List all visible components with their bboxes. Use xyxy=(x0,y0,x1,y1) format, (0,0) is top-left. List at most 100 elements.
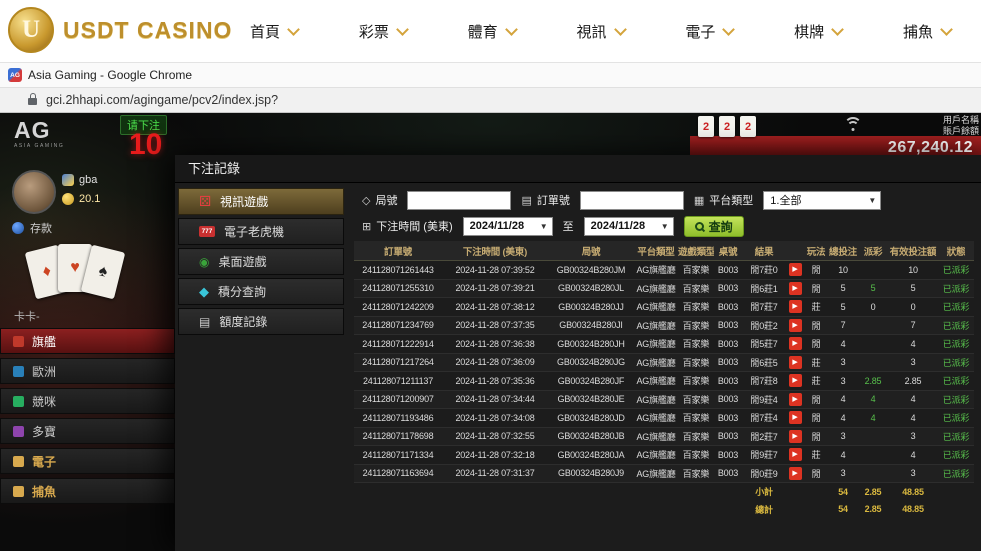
nav-item-label: 體育 xyxy=(468,21,498,42)
cell-table-no: B003 xyxy=(714,468,742,478)
nav-item[interactable]: 首頁 xyxy=(250,21,298,42)
platform-label-group: ▦ 平台類型 xyxy=(694,192,753,208)
sidebar-item-slots[interactable]: 777電子老虎機 xyxy=(178,218,344,245)
replay-button[interactable]: ▶ xyxy=(789,282,802,295)
cell-valid: 3 xyxy=(888,468,938,478)
nav-item-label: 棋牌 xyxy=(794,21,824,42)
cell-payout: 4 xyxy=(858,394,888,404)
modal-content: ◇ 局號 ▤ 訂單號 ▦ 平台類型 1.全部 ▼ xyxy=(347,183,981,551)
lobby-item-label: 電子 xyxy=(32,453,56,470)
roulette-icon: ◉ xyxy=(199,255,209,269)
replay-cell: ▶ xyxy=(786,282,804,295)
replay-cell: ▶ xyxy=(786,319,804,332)
lobby-menu-item[interactable]: 旗艦 xyxy=(0,328,175,354)
logo-text: USDT CASINO xyxy=(63,17,232,44)
replay-cell: ▶ xyxy=(786,411,804,424)
order-input[interactable] xyxy=(580,191,684,210)
header-cell: 有效投注額 xyxy=(888,244,938,258)
url-text[interactable]: gci.2hhapi.com/agingame/pcv2/index.jsp? xyxy=(46,93,278,107)
chrome-urlbar[interactable]: gci.2hhapi.com/agingame/pcv2/index.jsp? xyxy=(0,87,981,113)
table-row: 2411280712553102024-11-28 07:39:21GB0032… xyxy=(354,280,974,299)
cell-valid: 48.85 xyxy=(888,487,938,497)
replay-button[interactable]: ▶ xyxy=(789,411,802,424)
lobby-menu-item[interactable]: 多寶 xyxy=(0,418,175,444)
cell-result: 閒2莊7 xyxy=(742,430,786,443)
wallet-balance: 20.1 xyxy=(79,193,100,205)
lobby-menu-item[interactable]: 歐洲 xyxy=(0,358,175,384)
cell-status: 已派彩 xyxy=(938,356,974,369)
cell-bet: 3 xyxy=(828,468,858,478)
replay-button[interactable]: ▶ xyxy=(789,300,802,313)
chevron-down-icon: ▼ xyxy=(540,222,548,231)
cell-status: 已派彩 xyxy=(938,374,974,387)
cell-table-no: B003 xyxy=(714,302,742,312)
lock-icon[interactable] xyxy=(28,98,37,105)
replay-button[interactable]: ▶ xyxy=(789,319,802,332)
ag-logo-text: AG xyxy=(14,119,64,142)
chevron-down-icon xyxy=(940,23,953,36)
cell-valid: 3 xyxy=(888,431,938,441)
cell-round: GB00324B280JD xyxy=(548,413,634,423)
ag-logo-subtext: ASIA GAMING xyxy=(14,144,64,149)
cell-bet: 7 xyxy=(828,320,858,330)
cell-bet: 54 xyxy=(828,504,858,514)
time-label-group: ⊞ 下注時間 (美東) xyxy=(362,218,453,234)
cell-bet: 3 xyxy=(828,376,858,386)
replay-button[interactable]: ▶ xyxy=(789,430,802,443)
cell-order: 241128071211137 xyxy=(354,376,442,386)
platform-select[interactable]: 1.全部 ▼ xyxy=(763,191,881,210)
sidebar-item-table-games[interactable]: ◉桌面遊戲 xyxy=(178,248,344,275)
menu-icon xyxy=(13,366,24,377)
cell-platform: AG旗艦廳 xyxy=(634,411,678,424)
cell-status: 已派彩 xyxy=(938,411,974,424)
cell-game: 百家樂 xyxy=(678,430,714,443)
cell-time: 2024-11-28 07:38:12 xyxy=(442,302,548,312)
cell-time: 2024-11-28 07:34:44 xyxy=(442,394,548,404)
replay-button[interactable]: ▶ xyxy=(789,393,802,406)
usdt-logo[interactable]: U USDT CASINO xyxy=(8,7,232,53)
search-button[interactable]: 查詢 xyxy=(684,216,744,237)
cell-status: 已派彩 xyxy=(938,263,974,276)
sidebar-item-video-games[interactable]: ⚄視訊遊戲 xyxy=(178,188,344,215)
cell-game: 百家樂 xyxy=(678,356,714,369)
nav-item[interactable]: 視訊 xyxy=(576,21,624,42)
chevron-down-icon xyxy=(396,23,409,36)
lobby-left-panel: gba 20.1 存款 ♦ ♥ ♠ 卡卡- 旗艦歐洲競咪多寶電子捕魚 xyxy=(0,158,175,551)
replay-button[interactable]: ▶ xyxy=(789,356,802,369)
round-input[interactable] xyxy=(407,191,511,210)
cell-payout: 4 xyxy=(858,413,888,423)
cell-playtype: 閒 xyxy=(804,393,828,406)
date-to-select[interactable]: 2024/11/28 ▼ xyxy=(584,217,674,236)
nav-item[interactable]: 體育 xyxy=(468,21,516,42)
deposit-row[interactable]: 存款 xyxy=(12,220,52,236)
nav-item[interactable]: 捕魚 xyxy=(903,21,951,42)
lobby-menu-item[interactable]: 競咪 xyxy=(0,388,175,414)
replay-button[interactable]: ▶ xyxy=(789,263,802,276)
nav-item[interactable]: 電子 xyxy=(685,21,733,42)
replay-button[interactable]: ▶ xyxy=(789,448,802,461)
sidebar-item-credit-records[interactable]: ▤額度記錄 xyxy=(178,308,344,335)
order-label-group: ▤ 訂單號 xyxy=(521,192,569,208)
replay-button[interactable]: ▶ xyxy=(789,467,802,480)
cell-round: GB00324B280JE xyxy=(548,394,634,404)
lobby-menu-item[interactable]: 捕魚 xyxy=(0,478,175,504)
nav-item[interactable]: 彩票 xyxy=(359,21,407,42)
ag-logo: AG ASIA GAMING xyxy=(14,119,64,149)
nav-item-label: 視訊 xyxy=(576,21,606,42)
replay-button[interactable]: ▶ xyxy=(789,374,802,387)
replay-button[interactable]: ▶ xyxy=(789,337,802,350)
nav-item-label: 電子 xyxy=(685,21,715,42)
chrome-titlebar: AG Asia Gaming - Google Chrome xyxy=(0,62,981,87)
cell-result: 閒0莊9 xyxy=(742,467,786,480)
nav-item[interactable]: 棋牌 xyxy=(794,21,842,42)
sidebar-item-label: 電子老虎機 xyxy=(224,223,284,240)
sidebar-item-points-query[interactable]: ◆積分查詢 xyxy=(178,278,344,305)
cell-time: 2024-11-28 07:36:38 xyxy=(442,339,548,349)
cell-platform: AG旗艦廳 xyxy=(634,448,678,461)
date-from-select[interactable]: 2024/11/28 ▼ xyxy=(463,217,553,236)
cell-game: 百家樂 xyxy=(678,374,714,387)
lobby-menu: 旗艦歐洲競咪多寶電子捕魚 xyxy=(0,328,175,508)
time-label: 下注時間 (美東) xyxy=(376,218,452,234)
cell-table-no: B003 xyxy=(714,413,742,423)
lobby-menu-item[interactable]: 電子 xyxy=(0,448,175,474)
